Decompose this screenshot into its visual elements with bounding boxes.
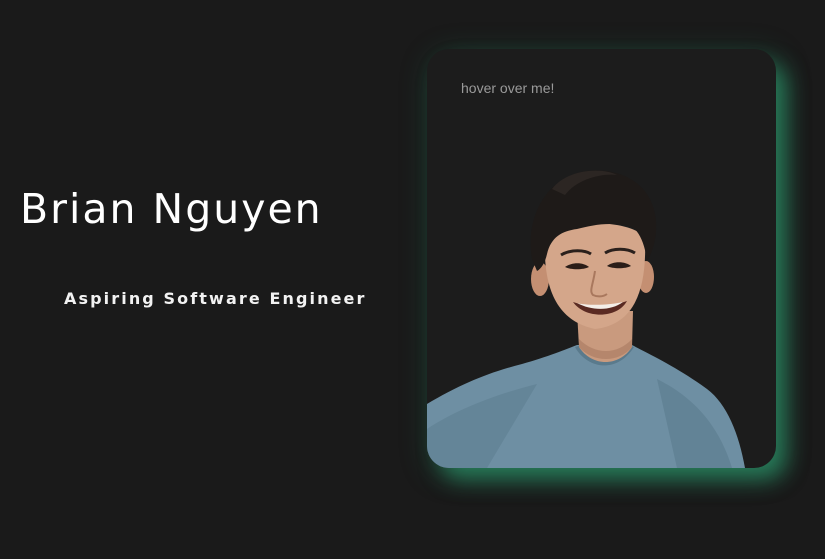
hero-name: Brian Nguyen	[20, 185, 323, 233]
hover-hint: hover over me!	[461, 80, 555, 96]
hero-tagline: Aspiring Software Engineer	[64, 289, 367, 308]
profile-card[interactable]: hover over me!	[427, 49, 776, 468]
profile-photo	[427, 170, 745, 468]
